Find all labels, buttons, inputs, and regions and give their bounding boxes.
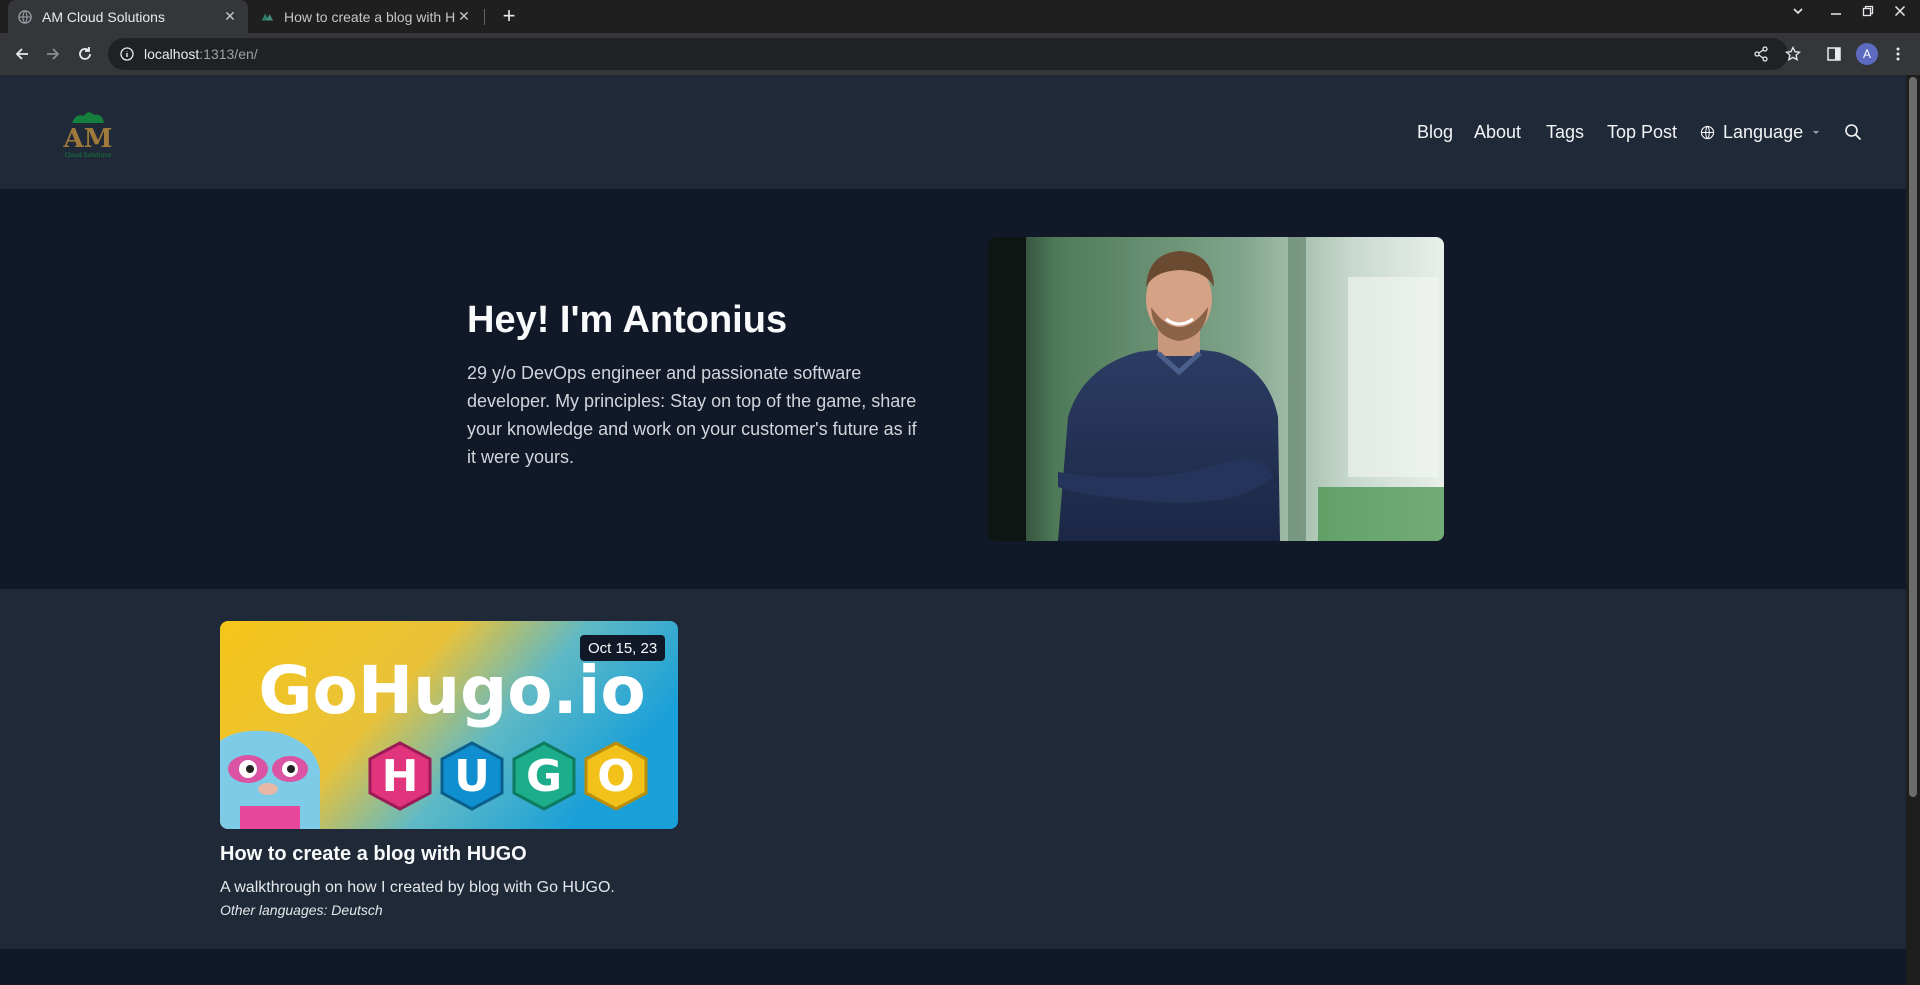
hero-section: Hey! I'm Antonius 29 y/o DevOps engineer… [0,189,1906,589]
restore-icon[interactable] [1856,4,1880,20]
site-info-icon[interactable] [120,47,134,61]
svg-text:Cloud Solutions: Cloud Solutions [65,152,112,159]
browser-tab-active[interactable]: AM Cloud Solutions ✕ [8,0,248,33]
search-button[interactable] [1844,75,1862,189]
url-text: localhost:1313/en/ [144,46,258,62]
other-languages-label: Other languages: [220,902,328,918]
tab-title: How to create a blog with HUGO [284,8,456,25]
nav-link-about[interactable]: About [1474,122,1521,143]
site-logo[interactable]: AM Cloud Solutions [58,103,118,163]
close-tab-icon[interactable]: ✕ [456,8,472,25]
profile-photo [988,237,1444,541]
post-description: A walkthrough on how I created by blog w… [220,879,615,896]
minimize-icon[interactable] [1824,4,1848,20]
nav-link-blog[interactable]: Blog [1417,122,1453,143]
post-title[interactable]: How to create a blog with HUGO [220,843,527,866]
back-icon[interactable] [10,42,34,66]
main-nav: Top Post [1607,75,1677,189]
address-bar[interactable]: localhost:1313/en/ [108,38,1788,70]
browser-tab-bar: AM Cloud Solutions ✕ How to create a blo… [0,0,1920,33]
share-icon[interactable] [1749,42,1773,66]
svg-text:U: U [454,751,490,802]
tab-separator [484,9,485,25]
main-nav: Tags [1546,75,1584,189]
bookmark-star-icon[interactable] [1781,42,1805,66]
reload-icon[interactable] [73,42,97,66]
browser-tab[interactable]: How to create a blog with HUGO ✕ [250,0,482,33]
language-link-deutsch[interactable]: Deutsch [331,902,382,918]
svg-text:G: G [526,751,562,802]
tab-title: AM Cloud Solutions [42,8,165,25]
post-list: GoHugo.io H U G O Oct 15, 23 How to crea… [0,589,1906,949]
page-viewport: AM Cloud Solutions Blog About Tags Top P… [0,75,1906,985]
browser-toolbar: localhost:1313/en/ A [0,33,1920,75]
main-nav: About [1474,75,1521,189]
scrollbar-thumb[interactable] [1909,77,1917,797]
globe-icon [18,9,32,24]
svg-text:GoHugo.io: GoHugo.io [258,652,645,729]
site-favicon-icon [261,13,274,20]
chevron-down-icon [1813,131,1820,134]
tab-search-icon[interactable] [1786,4,1810,20]
side-panel-icon[interactable] [1822,42,1846,66]
search-icon[interactable] [1844,123,1862,141]
new-tab-icon[interactable]: + [498,3,520,29]
main-nav: Blog [1417,75,1453,189]
nav-link-top-post[interactable]: Top Post [1607,122,1677,143]
close-tab-icon[interactable]: ✕ [222,8,238,25]
globe-icon [1700,125,1715,139]
svg-text:O: O [597,751,634,802]
page-scrollbar[interactable] [1906,75,1920,985]
post-other-languages: Other languages: Deutsch [220,902,383,918]
nav-link-tags[interactable]: Tags [1546,122,1584,143]
language-dropdown[interactable]: Language [1700,75,1821,189]
menu-kebab-icon[interactable] [1886,42,1910,66]
svg-text:H: H [382,751,419,802]
hero-text: 29 y/o DevOps engineer and passionate so… [467,363,917,467]
site-header: AM Cloud Solutions Blog About Tags Top P… [0,75,1906,189]
post-date-badge: Oct 15, 23 [580,635,666,661]
forward-icon[interactable] [41,42,65,66]
language-label[interactable]: Language [1723,122,1803,143]
hero-title: Hey! I'm Antonius [467,299,788,341]
profile-avatar[interactable]: A [1856,43,1878,65]
svg-text:AM: AM [63,124,113,154]
close-window-icon[interactable] [1888,4,1912,20]
